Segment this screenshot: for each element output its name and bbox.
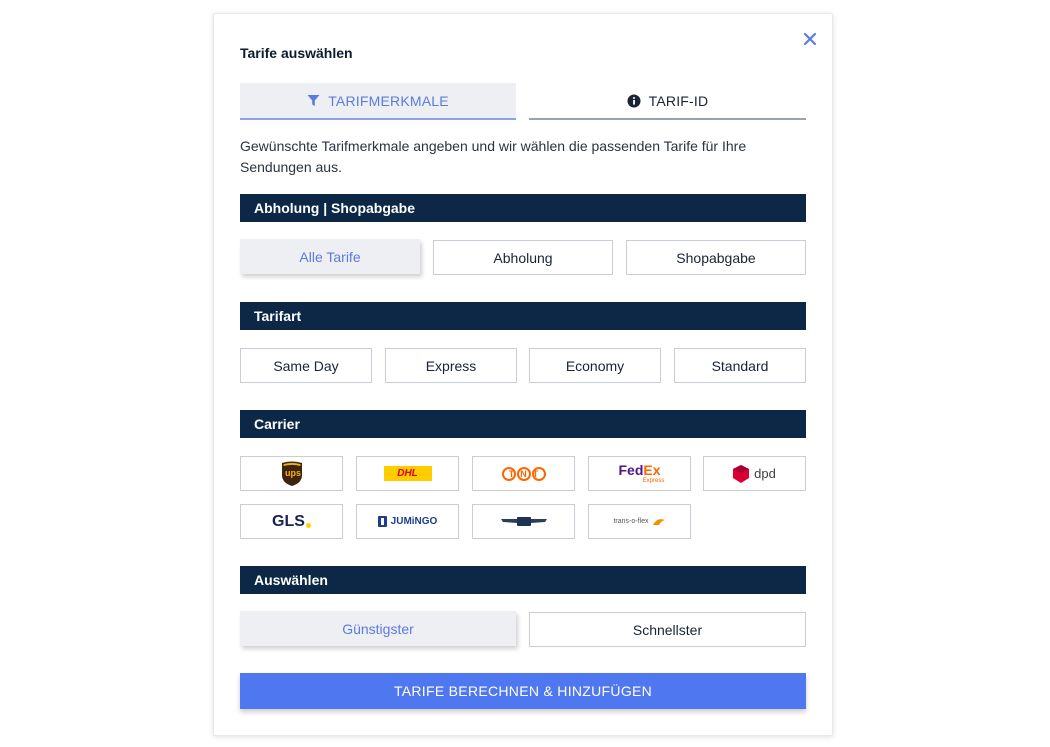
transoflex-icon [652,518,665,525]
ups-label: ups [285,468,302,478]
carrier-ups[interactable]: ups [240,456,343,491]
tab-label: TARIFMERKMALE [328,92,449,109]
tab-tariff-id[interactable]: TARIF-ID [529,83,806,120]
close-icon[interactable] [802,31,818,47]
option-all-tariffs[interactable]: Alle Tarife [240,239,420,274]
option-cheapest[interactable]: Günstigster [240,611,516,646]
section-header-pickup: Abholung | Shopabgabe [240,194,806,222]
tab-label: TARIF-ID [648,92,709,109]
section-header-carrier: Carrier [240,410,806,438]
option-shop-dropoff[interactable]: Shopabgabe [626,240,806,275]
fedex-label-ex: Ex [643,462,661,478]
carrier-dpd[interactable]: dpd [703,456,806,491]
option-same-day[interactable]: Same Day [240,348,372,383]
dpd-label: dpd [754,466,776,481]
dhl-label: DHL [397,468,418,479]
transoflex-label: trans-o-flex [613,518,649,525]
info-icon [627,94,641,107]
option-express[interactable]: Express [385,348,517,383]
carrier-trans-o-flex[interactable]: trans-o-flex [588,504,691,539]
calculate-and-add-button[interactable]: TARIFE BERECHNEN & HINZUFÜGEN [240,673,806,709]
carrier-dhl[interactable]: DHL [356,456,459,491]
dhl-logo-icon: DHL [383,466,432,481]
carrier-gls[interactable]: GLS [240,504,343,539]
dialog-title: Tarife auswählen [240,45,353,61]
gls-label: GLS [272,512,305,530]
section-header-tariff-type: Tarifart [240,302,806,330]
section-header-select: Auswählen [240,566,806,594]
intro-text: Gewünschte Tarifmerkmale angeben und wir… [240,138,747,175]
winged-logo-icon [500,516,547,526]
tnt-label: TNT [508,468,545,479]
option-pickup[interactable]: Abholung [433,240,613,275]
gls-dot-icon [305,523,311,528]
jumingo-icon [377,516,387,527]
option-fastest[interactable]: Schnellster [529,612,806,647]
fedex-label-fed: Fed [618,462,644,478]
option-standard[interactable]: Standard [674,348,806,383]
jumingo-label: JUMiNGO [390,516,438,527]
carrier-winged[interactable] [472,504,575,539]
tab-tariff-features[interactable]: TARIFMERKMALE [240,83,516,120]
tariff-dialog: Tarife auswählen TARIFMERKMALE TARIF-ID … [213,13,833,736]
dpd-cube-icon [733,464,750,483]
filter-icon [307,95,320,106]
option-economy[interactable]: Economy [529,348,661,383]
carrier-tnt[interactable]: TNT [472,456,575,491]
carrier-fedex[interactable]: FedEx Express [588,456,691,491]
fedex-sublabel: Express [642,478,665,484]
carrier-jumingo[interactable]: JUMiNGO [356,504,459,539]
fedex-logo-icon: FedEx [618,463,660,478]
